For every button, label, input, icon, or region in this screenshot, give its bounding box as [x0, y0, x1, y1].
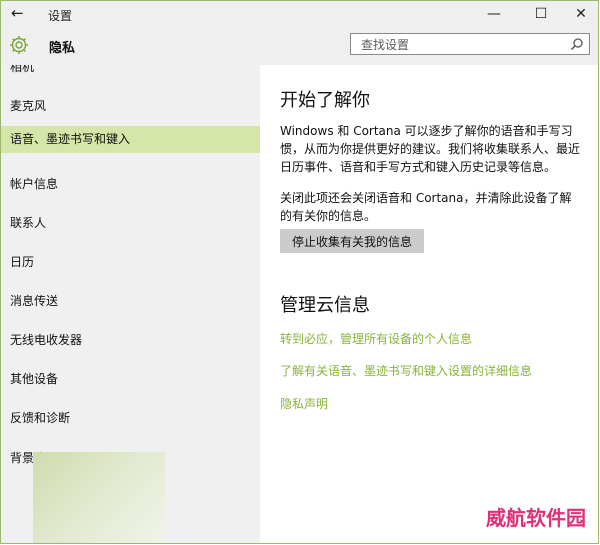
search-box[interactable]	[350, 33, 590, 55]
sidebar-item-account-info[interactable]: 帐户信息	[1, 171, 260, 197]
close-button[interactable]: ✕	[564, 2, 598, 26]
page-header: 隐私	[1, 27, 598, 65]
turn-off-note: 关闭此项还会关闭语音和 Cortana，并清除此设备了解的有关你的信息。	[280, 191, 572, 223]
minimize-button[interactable]: —	[477, 2, 511, 26]
sidebar-item-microphone[interactable]: 麦克风	[1, 93, 260, 119]
stop-collecting-button[interactable]: 停止收集有关我的信息	[280, 229, 424, 253]
window-title: 设置	[48, 9, 73, 23]
back-arrow-icon[interactable]: ←	[11, 4, 24, 22]
search-icon[interactable]	[570, 37, 584, 51]
sidebar-item-messaging[interactable]: 消息传送	[1, 288, 260, 314]
search-input[interactable]	[359, 36, 563, 54]
watermark-text: 威航软件园	[486, 506, 586, 530]
link-speech-settings-details[interactable]: 了解有关语音、墨迹书写和键入设置的详细信息	[280, 362, 532, 379]
sidebar-item-contacts[interactable]: 联系人	[1, 210, 260, 236]
sidebar-item-camera[interactable]: 相机	[1, 65, 260, 80]
main-content: 开始了解你 Windows 和 Cortana 可以逐步了解你的语音和手写习惯，…	[260, 65, 598, 543]
maximize-button[interactable]: ☐	[524, 2, 558, 26]
blurred-overlay	[33, 452, 165, 543]
sidebar-item-other-devices[interactable]: 其他设备	[1, 366, 260, 392]
sidebar: 相机 麦克风 语音、墨迹书写和键入 帐户信息 联系人 日历 消息传送 无线电收发…	[1, 65, 260, 543]
sidebar-item-radios[interactable]: 无线电收发器	[1, 327, 260, 353]
link-bing-personal-info[interactable]: 转到必应，管理所有设备的个人信息	[280, 330, 472, 347]
gear-icon	[10, 36, 28, 54]
sidebar-item-feedback-diagnostics[interactable]: 反馈和诊断	[1, 405, 260, 431]
section-title-manage-cloud-info: 管理云信息	[280, 295, 370, 316]
link-privacy-statement[interactable]: 隐私声明	[280, 395, 328, 412]
sidebar-item-speech-inking-typing[interactable]: 语音、墨迹书写和键入	[1, 126, 260, 153]
title-bar: ← 设置 — ☐ ✕	[1, 1, 598, 27]
page-title: 隐私	[49, 41, 76, 56]
sidebar-item-calendar[interactable]: 日历	[1, 249, 260, 275]
description-paragraph: Windows 和 Cortana 可以逐步了解你的语音和手写习惯，从而为你提供…	[280, 124, 581, 174]
section-title-get-to-know-you: 开始了解你	[280, 90, 370, 111]
